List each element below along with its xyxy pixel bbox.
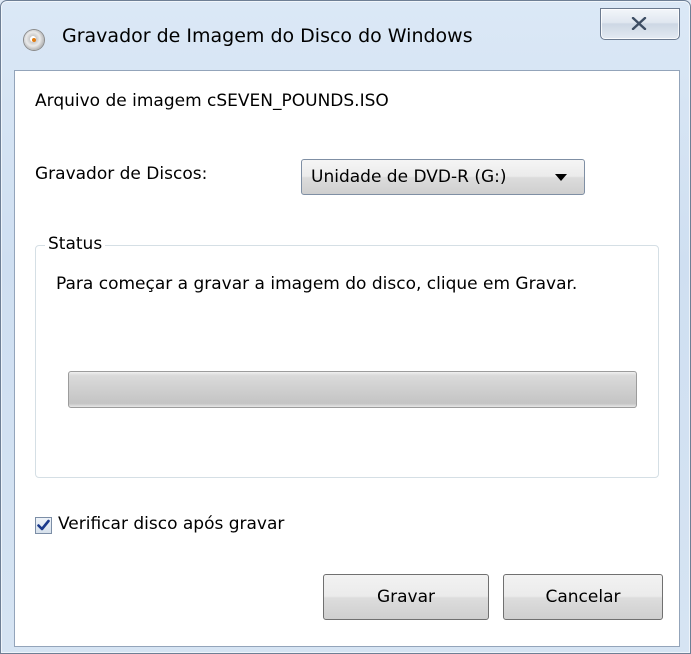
title-bar[interactable]: Gravador de Imagem do Disco do Windows [1,1,690,71]
window-title: Gravador de Imagem do Disco do Windows [62,25,473,47]
dialog-body: Arquivo de imagem cSEVEN_POUNDS.ISO Grav… [14,70,680,647]
chevron-down-icon [555,174,567,181]
close-button[interactable] [600,8,680,40]
verify-disc-checkbox[interactable] [35,517,52,534]
cancel-button[interactable]: Cancelar [503,574,663,620]
progress-bar [68,371,637,408]
status-message: Para começar a gravar a imagem do disco,… [56,274,578,294]
disc-burner-label: Gravador de Discos: [35,164,208,184]
status-group: Status Para começar a gravar a imagem do… [35,234,659,478]
verify-disc-label: Verificar disco após gravar [58,514,285,534]
dialog-window: Gravador de Imagem do Disco do Windows A… [0,0,691,654]
disc-burner-select[interactable]: Unidade de DVD-R (G:) [301,159,585,195]
status-legend: Status [45,234,106,254]
burn-button[interactable]: Gravar [323,574,489,620]
disc-burner-icon [24,30,44,50]
disc-burner-selected-value: Unidade de DVD-R (G:) [311,167,507,187]
image-file-label: Arquivo de imagem cSEVEN_POUNDS.ISO [35,91,389,111]
checkmark-icon [37,519,50,531]
close-icon [631,17,647,30]
